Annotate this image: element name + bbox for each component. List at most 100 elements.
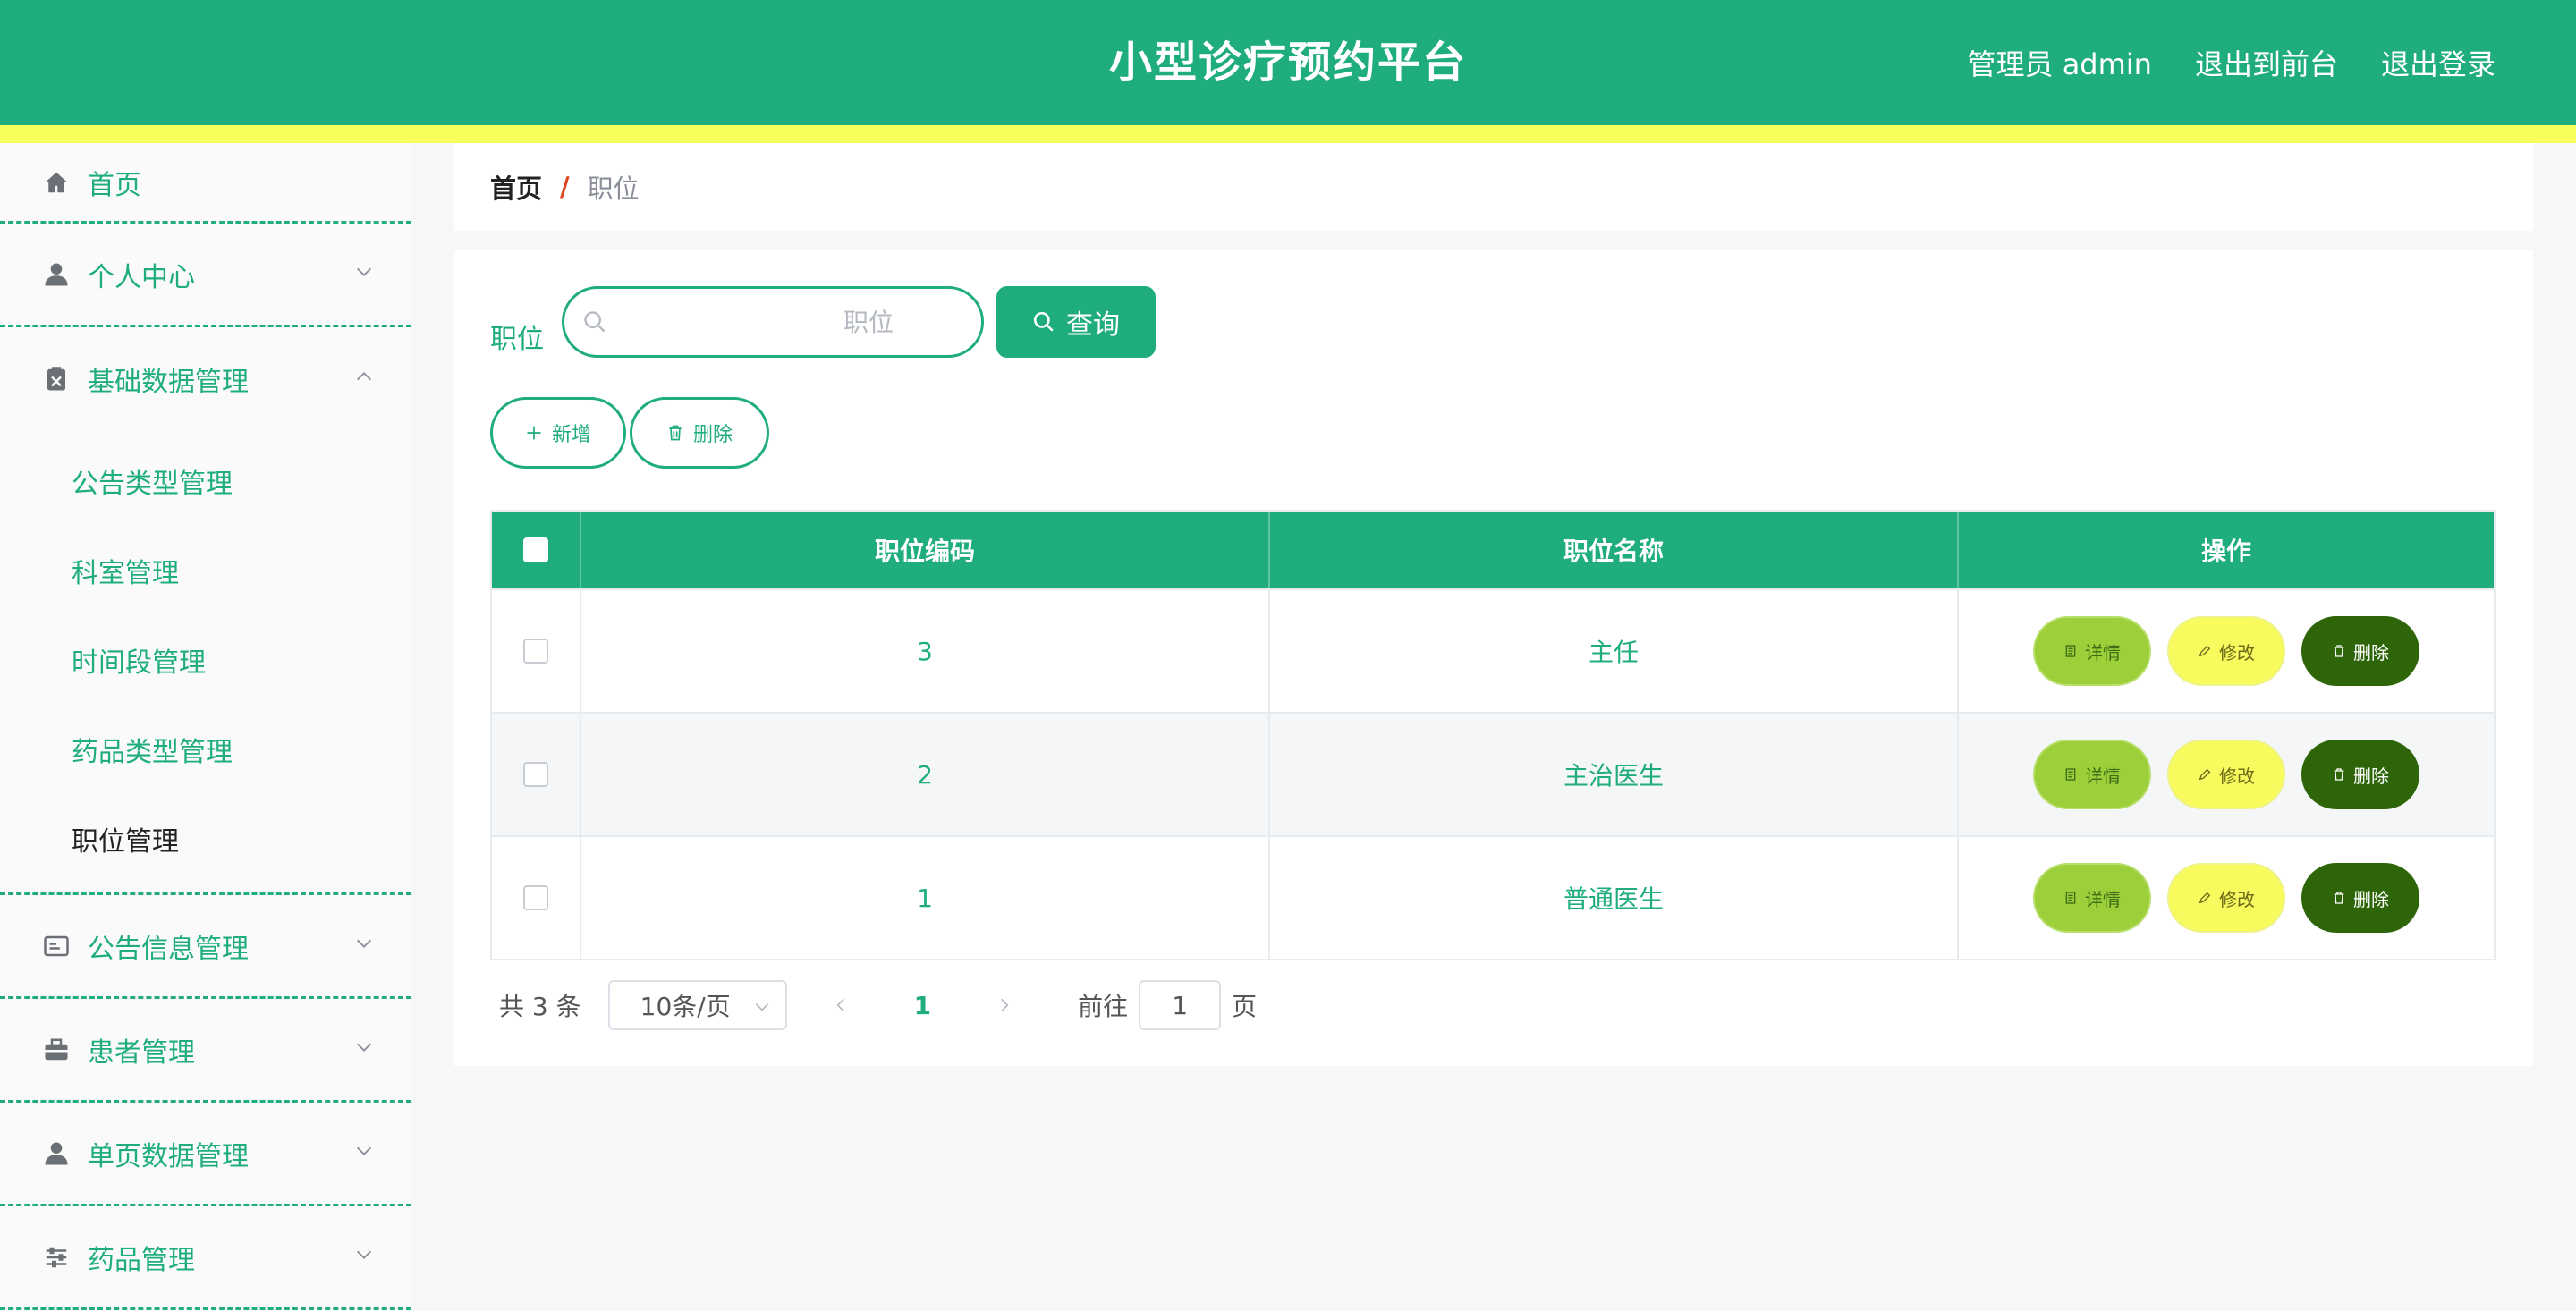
edit-button[interactable]: 修改 (2167, 740, 2285, 809)
breadcrumb-separator: / (560, 172, 570, 202)
breadcrumb-home[interactable]: 首页 (490, 168, 542, 206)
detail-button[interactable]: 详情 (2033, 616, 2151, 686)
column-header-name[interactable]: 职位名称 (1270, 512, 1959, 588)
sidebar-item-basic-data[interactable]: 基础数据管理 (0, 327, 411, 431)
delete-button[interactable]: 删除 (2301, 863, 2419, 933)
column-header-ops: 操作 (2200, 537, 2251, 566)
position-table: 职位编码 职位名称 操作 3 主任 详情 修改 删除 2 主治医生 详情 修改 … (490, 510, 2496, 960)
goto-page-input[interactable] (1139, 980, 1222, 1030)
page-size-select[interactable]: 10条/页 (607, 980, 787, 1030)
plus-icon (527, 426, 541, 440)
sidebar-item-label: 基础数据管理 (88, 367, 249, 398)
table-row: 3 主任 详情 修改 删除 (492, 588, 2494, 712)
id-card-icon (41, 931, 72, 961)
document-icon (2065, 645, 2076, 657)
query-button[interactable]: 查询 (996, 286, 1156, 358)
detail-button[interactable]: 详情 (2033, 740, 2151, 809)
search-label: 职位 (490, 324, 544, 355)
add-button-label: 新增 (551, 424, 591, 446)
sidebar-item-label: 患者管理 (88, 1036, 195, 1069)
briefcase-icon (41, 1035, 72, 1065)
sidebar-item-label: 个人中心 (88, 261, 195, 293)
sidebar-item-department[interactable]: 科室管理 (0, 526, 411, 615)
top-header: 小型诊疗预约平台 管理员 admin 退出到前台 退出登录 (0, 0, 2576, 125)
user-icon (41, 259, 72, 290)
batch-delete-button[interactable]: 删除 (630, 397, 769, 469)
batch-delete-label: 删除 (692, 424, 733, 446)
row-checkbox[interactable] (523, 639, 548, 664)
query-button-label: 查询 (1066, 309, 1120, 341)
add-button[interactable]: 新增 (490, 397, 626, 469)
breadcrumb: 首页 / 职位 (454, 143, 2533, 231)
delete-button-label: 删除 (2353, 765, 2389, 787)
logout-link[interactable]: 退出登录 (2381, 42, 2496, 83)
trash-icon (669, 425, 682, 441)
cell-code: 2 (581, 714, 1270, 835)
chevron-up-icon (357, 372, 371, 381)
sidebar-item-drug[interactable]: 药品管理 (0, 1206, 411, 1310)
document-icon (2065, 768, 2076, 781)
pagination: 共 3 条 10条/页 1 前往 页 (499, 980, 1257, 1030)
delete-button[interactable]: 删除 (2301, 740, 2419, 809)
document-icon (2065, 892, 2076, 904)
page-number-current[interactable]: 1 (914, 991, 931, 1020)
sidebar-item-notice-info[interactable]: 公告信息管理 (0, 895, 411, 999)
column-header-code[interactable]: 职位编码 (581, 512, 1270, 588)
detail-button[interactable]: 详情 (2033, 863, 2151, 933)
search-box (562, 286, 984, 358)
delete-button[interactable]: 删除 (2301, 616, 2419, 686)
chevron-down-icon (755, 1003, 768, 1011)
clipboard-icon (41, 364, 72, 394)
admin-user-label: 管理员 admin (1967, 47, 2152, 81)
row-checkbox[interactable] (523, 885, 548, 910)
home-icon (41, 167, 72, 198)
cell-name: 主治医生 (1270, 714, 1959, 835)
trash-icon (2334, 645, 2344, 657)
sidebar-item-label: 首页 (88, 169, 141, 201)
sidebar-item-drug-type[interactable]: 药品类型管理 (0, 705, 411, 794)
sliders-icon (41, 1242, 72, 1273)
sidebar: 首页 个人中心 基础数据管理 公告类型管理 科室管理 时间段管理 药品类型管理 … (0, 143, 411, 1311)
edit-button-label: 修改 (2219, 641, 2255, 664)
select-all-checkbox[interactable] (523, 537, 548, 562)
next-page-icon[interactable] (996, 996, 1013, 1014)
search-icon (1033, 311, 1054, 332)
sidebar-item-label: 药品管理 (88, 1244, 195, 1276)
header-accent-stripe (0, 125, 2576, 143)
edit-button[interactable]: 修改 (2167, 616, 2285, 686)
edit-button[interactable]: 修改 (2167, 863, 2285, 933)
sidebar-item-position[interactable]: 职位管理 (0, 794, 411, 884)
pencil-icon (2199, 892, 2211, 904)
cell-name: 主任 (1270, 590, 1959, 712)
table-row: 2 主治医生 详情 修改 删除 (492, 712, 2494, 835)
table-header: 职位编码 职位名称 操作 (492, 512, 2494, 588)
exit-to-front-link[interactable]: 退出到前台 (2195, 42, 2338, 83)
detail-button-label: 详情 (2085, 641, 2121, 664)
sidebar-item-label: 公告信息管理 (88, 933, 249, 965)
chevron-down-icon (357, 939, 371, 948)
search-input[interactable] (607, 295, 947, 349)
chevron-down-icon (357, 267, 371, 276)
chevron-down-icon (357, 1043, 371, 1052)
pencil-icon (2199, 768, 2211, 781)
search-icon (584, 311, 606, 333)
sidebar-item-notice-type[interactable]: 公告类型管理 (0, 436, 411, 526)
page-suffix: 页 (1232, 992, 1258, 1021)
cell-code: 3 (581, 590, 1270, 712)
edit-button-label: 修改 (2219, 765, 2255, 787)
chevron-down-icon (357, 1146, 371, 1155)
sidebar-item-time-slot[interactable]: 时间段管理 (0, 615, 411, 705)
sidebar-item-personal-center[interactable]: 个人中心 (0, 224, 411, 327)
sidebar-item-label: 单页数据管理 (88, 1140, 249, 1172)
sidebar-item-single-page[interactable]: 单页数据管理 (0, 1103, 411, 1206)
table-row: 1 普通医生 详情 修改 删除 (492, 835, 2494, 959)
main-panel: 职位 查询 新增 删除 职位编码 职位名称 操作 3 主任 详情 (454, 250, 2533, 1066)
sidebar-item-home[interactable]: 首页 (0, 143, 411, 224)
sidebar-item-patient[interactable]: 患者管理 (0, 999, 411, 1103)
trash-icon (2334, 768, 2344, 781)
chevron-down-icon (357, 1250, 371, 1259)
prev-page-icon[interactable] (832, 996, 850, 1014)
row-checkbox[interactable] (523, 762, 548, 787)
detail-button-label: 详情 (2085, 888, 2121, 910)
edit-button-label: 修改 (2219, 888, 2255, 910)
